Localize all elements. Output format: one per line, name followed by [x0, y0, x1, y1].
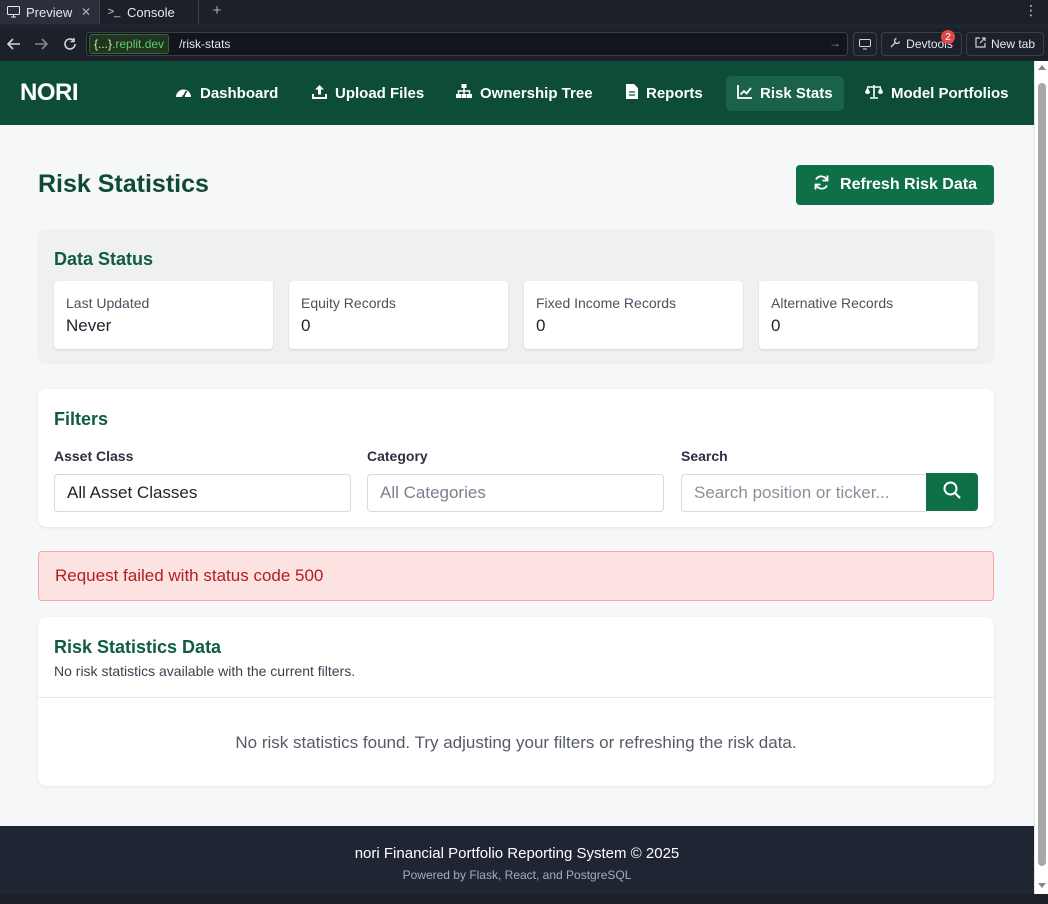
url-input[interactable]: {...} .replit.dev /risk-stats → — [86, 32, 848, 56]
nav-label: Risk Stats — [760, 85, 833, 102]
close-icon[interactable]: ✕ — [81, 5, 91, 19]
nav-dashboard[interactable]: Dashboard — [164, 76, 289, 111]
filters-title: Filters — [54, 409, 109, 429]
url-path: /risk-stats — [179, 37, 231, 51]
monitor-icon — [6, 5, 20, 19]
stat-value: 0 — [301, 316, 311, 335]
tab-label: Preview — [26, 4, 73, 20]
search-icon — [943, 481, 961, 504]
external-link-icon — [975, 37, 986, 51]
nav-model-portfolios[interactable]: Model Portfolios — [854, 76, 1020, 111]
stat-label: Alternative Records — [771, 295, 894, 311]
browser-tab-bar: Preview ✕ >_ Console + ⋮ — [0, 0, 1048, 24]
search-input[interactable]: Search position or ticker... — [681, 474, 927, 512]
stat-value: Never — [66, 316, 112, 335]
nav-reports[interactable]: Reports — [615, 76, 714, 111]
scroll-down-arrow-icon[interactable] — [1038, 883, 1046, 888]
new-tab-button[interactable]: New tab — [966, 32, 1044, 56]
error-alert: Request failed with status code 500 — [38, 551, 994, 601]
line-chart-icon — [737, 84, 760, 103]
tab-preview[interactable]: Preview ✕ — [0, 0, 100, 24]
empty-state-message: No risk statistics found. Try adjusting … — [235, 733, 797, 752]
scale-icon — [865, 84, 891, 103]
asset-class-select[interactable]: All Asset Classes — [54, 474, 351, 512]
nav-label: Ownership Tree — [480, 85, 593, 102]
stat-card-fixed-income-records: Fixed Income Records 0 — [524, 281, 743, 349]
forward-arrow-icon[interactable] — [31, 34, 51, 54]
stat-label: Equity Records — [301, 295, 396, 311]
footer-copyright: nori Financial Portfolio Reporting Syste… — [354, 845, 680, 862]
nav-ownership-tree[interactable]: Ownership Tree — [445, 76, 604, 111]
stat-label: Last Updated — [66, 295, 150, 311]
app-viewport: NORI Dashboard Upload Files Ownership Tr… — [0, 61, 1034, 894]
nav-label: Dashboard — [200, 85, 279, 102]
more-options-icon[interactable]: ⋮ — [1024, 2, 1038, 19]
footer-powered-by: Powered by Flask, React, and PostgreSQL — [402, 868, 632, 882]
scrollbar-thumb[interactable] — [1038, 83, 1046, 866]
filters-panel: Filters Asset Class All Asset Classes Ca… — [38, 389, 994, 527]
devtools-badge: 2 — [941, 30, 955, 44]
stat-value: 0 — [536, 316, 546, 335]
stat-value: 0 — [771, 316, 781, 335]
tab-console[interactable]: >_ Console — [101, 0, 199, 24]
devtools-button[interactable]: Devtools 2 — [881, 30, 962, 56]
brand-logo[interactable]: NORI — [20, 79, 79, 107]
nav-risk-stats[interactable]: Risk Stats — [726, 76, 844, 111]
document-icon — [626, 84, 646, 103]
nav-label: Upload Files — [335, 85, 425, 102]
reload-icon[interactable] — [60, 34, 80, 54]
refresh-label: Refresh Risk Data — [840, 176, 977, 193]
new-tab-plus-icon[interactable]: + — [208, 2, 226, 20]
category-label: Category — [367, 448, 428, 464]
app-navbar: NORI Dashboard Upload Files Ownership Tr… — [0, 61, 1034, 125]
vertical-scrollbar[interactable] — [1034, 61, 1048, 894]
search-label: Search — [681, 448, 728, 464]
new-tab-label: New tab — [990, 37, 1036, 51]
nav-label: Reports — [646, 85, 703, 102]
asset-class-label: Asset Class — [54, 448, 134, 464]
go-arrow-icon[interactable]: → — [829, 36, 841, 50]
terminal-icon: >_ — [107, 6, 121, 18]
window-bottom-edge — [0, 894, 1048, 904]
url-domain: {...} .replit.dev — [89, 34, 170, 54]
stat-card-alternative-records: Alternative Records 0 — [759, 281, 978, 349]
scroll-up-arrow-icon[interactable] — [1038, 65, 1046, 70]
stat-card-last-updated: Last Updated Never — [54, 281, 273, 349]
risk-data-title: Risk Statistics Data — [54, 637, 222, 657]
search-button[interactable] — [926, 473, 978, 511]
divider — [38, 697, 994, 698]
stat-label: Fixed Income Records — [536, 295, 677, 311]
refresh-icon — [813, 174, 830, 196]
device-preview-icon[interactable] — [853, 32, 877, 56]
category-select[interactable]: All Categories — [367, 474, 664, 512]
address-bar: {...} .replit.dev /risk-stats → Devtools … — [0, 28, 1048, 60]
nav-label: Model Portfolios — [891, 85, 1009, 102]
gauge-icon — [175, 85, 200, 103]
stat-card-equity-records: Equity Records 0 — [289, 281, 508, 349]
wrench-icon — [890, 37, 901, 51]
risk-data-panel: Risk Statistics Data No risk statistics … — [38, 617, 994, 786]
sitemap-icon — [456, 84, 480, 103]
back-arrow-icon[interactable] — [4, 34, 24, 54]
upload-icon — [312, 84, 335, 103]
refresh-risk-data-button[interactable]: Refresh Risk Data — [796, 165, 994, 205]
data-status-title: Data Status — [54, 249, 154, 269]
nav-upload-files[interactable]: Upload Files — [301, 76, 435, 111]
tab-label: Console — [127, 4, 175, 20]
risk-data-subtitle: No risk statistics available with the cu… — [54, 663, 356, 679]
data-status-panel: Data Status Last Updated Never Equity Re… — [38, 229, 994, 364]
app-footer: nori Financial Portfolio Reporting Syste… — [0, 826, 1034, 894]
page-title: Risk Statistics — [38, 170, 209, 198]
